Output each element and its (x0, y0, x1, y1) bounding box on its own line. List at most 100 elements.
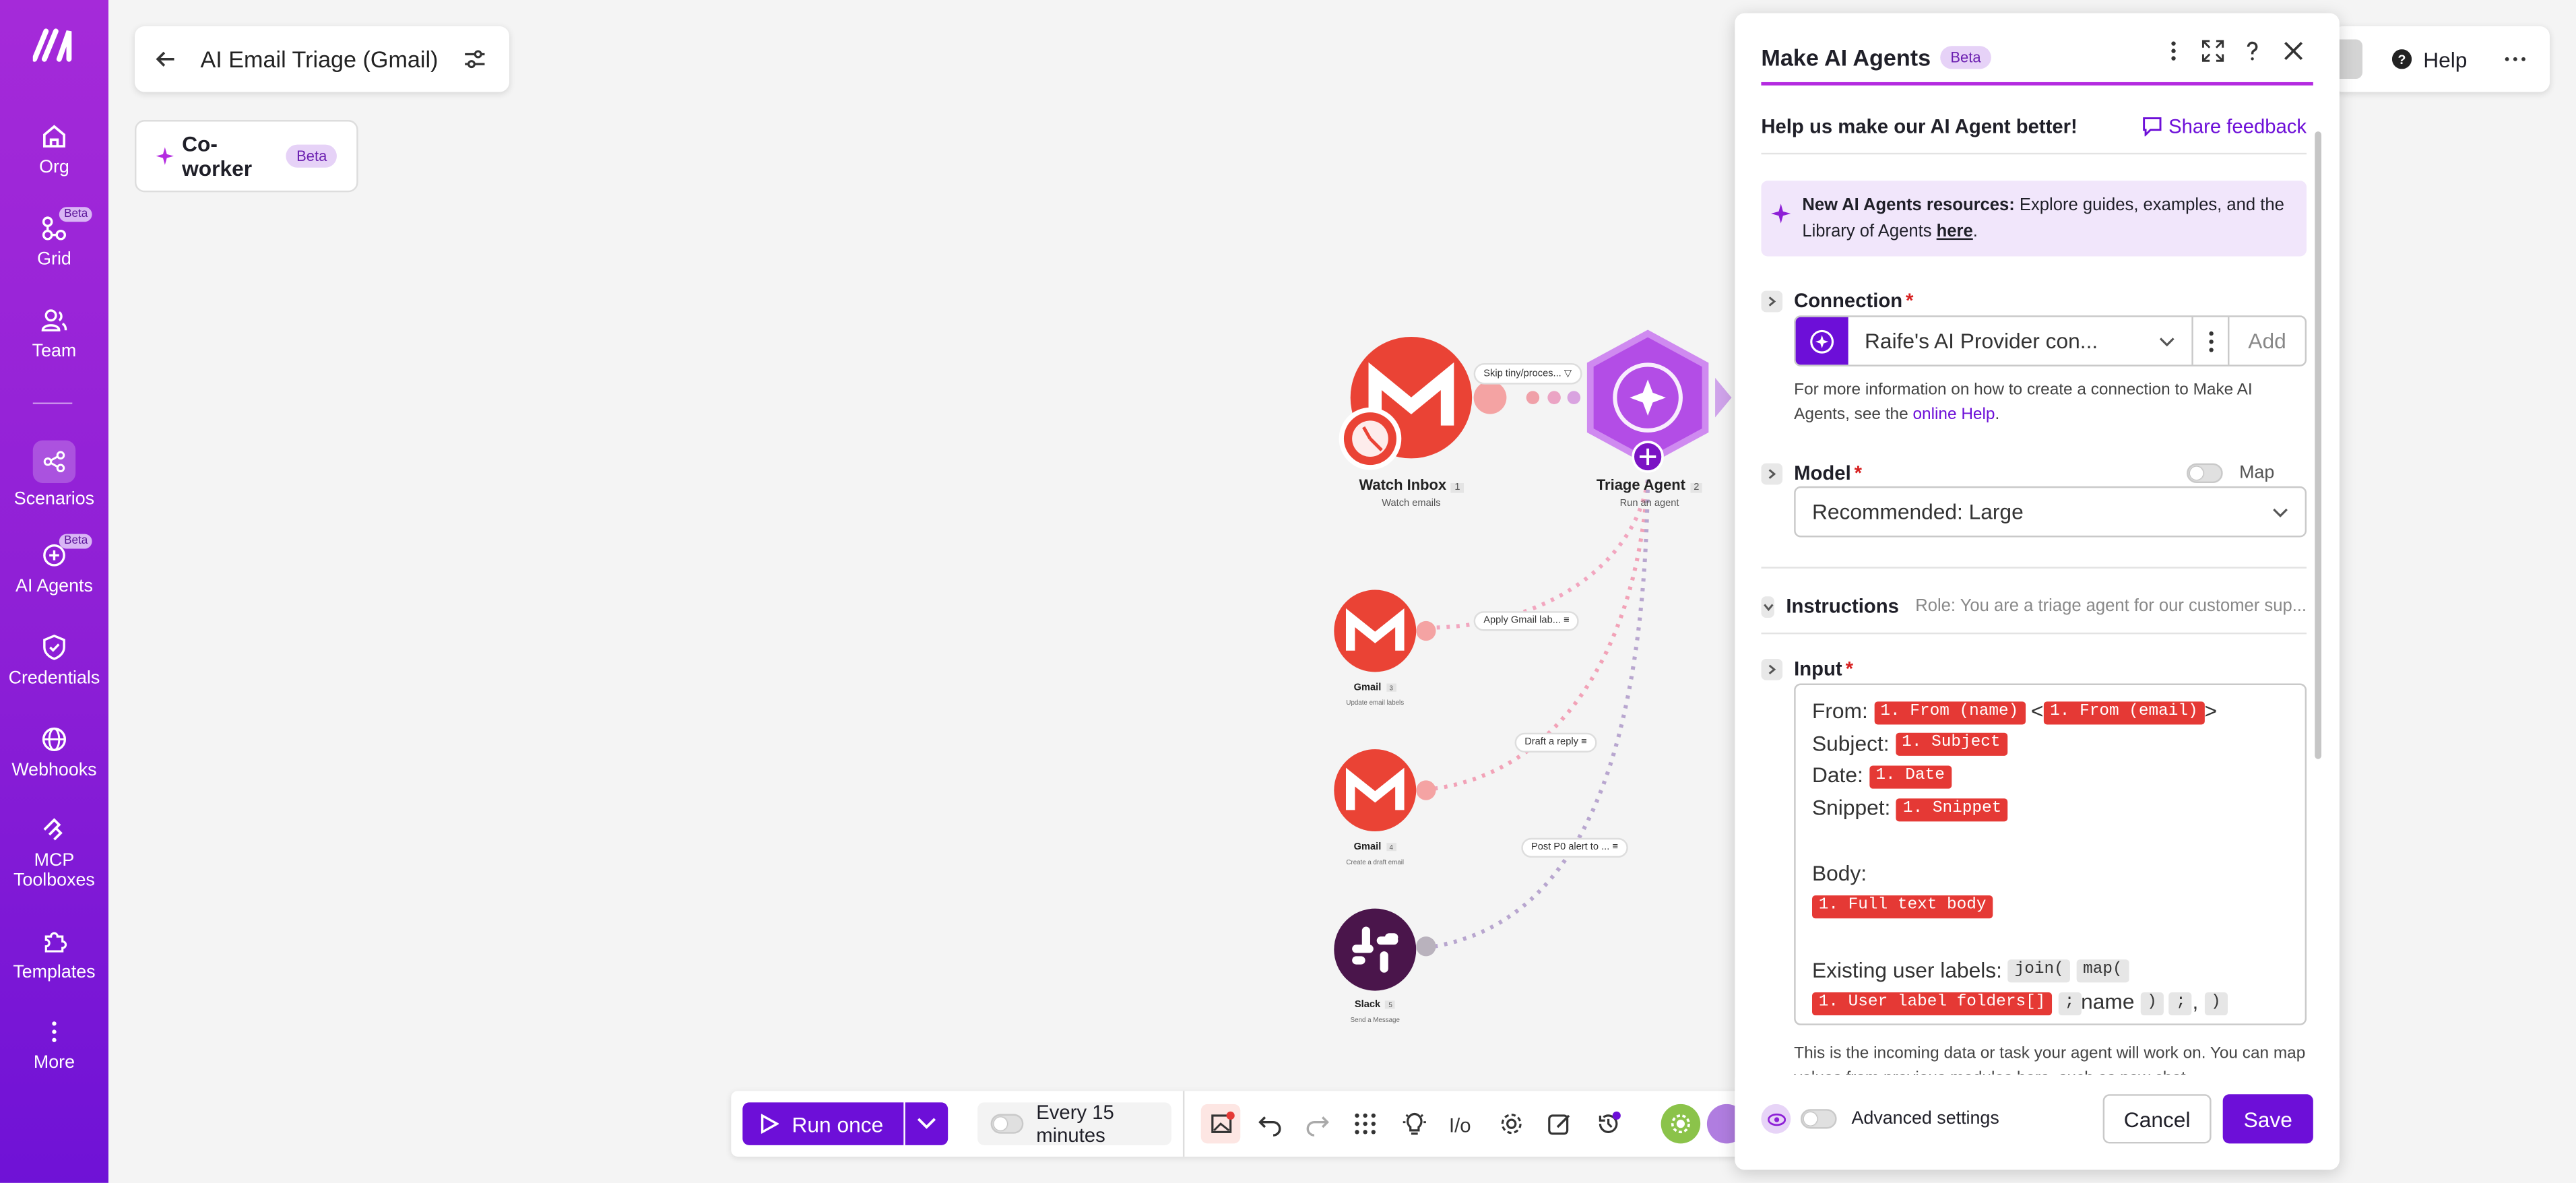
more-vertical-icon (52, 1021, 57, 1042)
feedback-prompt: Help us make our AI Agent better! (1761, 114, 2078, 137)
connection-menu-button[interactable] (2193, 317, 2230, 365)
sidebar-item-label: Webhooks (11, 761, 97, 781)
more-vertical-icon (2208, 330, 2213, 352)
input-line-body-label: Body: (1811, 860, 1867, 885)
sidebar-item-credentials[interactable]: Credentials (0, 633, 108, 689)
node-slack[interactable] (1334, 908, 1417, 991)
sidebar-item-scenarios[interactable]: Scenarios (0, 440, 108, 509)
sidebar-item-mcp-toolboxes[interactable]: MCP Toolboxes (0, 815, 108, 891)
advanced-settings[interactable]: Advanced settings (1761, 1104, 1999, 1134)
input-line-snippet: Snippet: 1. Snippet (1812, 792, 2288, 825)
function-close-pill[interactable]: ) (2204, 992, 2228, 1015)
sidebar-item-grid[interactable]: Beta Grid (0, 207, 108, 269)
model-label: Model (1794, 461, 1851, 485)
chevron-down-icon[interactable] (1761, 596, 1775, 617)
play-icon (761, 1114, 779, 1134)
chevron-right-icon[interactable] (1761, 658, 1783, 680)
chevron-down-icon (2159, 337, 2175, 346)
filter-label[interactable]: Skip tiny/proces... ▽ (1473, 362, 1582, 385)
chevron-right-icon[interactable] (1761, 462, 1783, 484)
io-icon[interactable]: I/o (1449, 1111, 1475, 1137)
banner-title: New AI Agents resources: (1802, 195, 2015, 216)
function-pill[interactable]: map( (2076, 959, 2129, 983)
save-button[interactable]: Save (2222, 1094, 2313, 1144)
sidebar-item-label: Credentials (8, 668, 100, 689)
map-toggle[interactable]: Map (2187, 463, 2275, 484)
panel-scrollbar[interactable] (2315, 131, 2322, 759)
input-line-labels: Existing user labels: join( map( (1812, 954, 2288, 986)
sidebar-item-more[interactable]: More (0, 1017, 108, 1073)
beta-badge: Beta (59, 534, 93, 549)
map-label: Map (2239, 463, 2275, 484)
question-icon[interactable] (2241, 40, 2264, 63)
cancel-button[interactable]: Cancel (2102, 1094, 2212, 1144)
instructions-section[interactable]: Instructions Role: You are a triage agen… (1761, 595, 2307, 618)
map-switch[interactable] (2187, 463, 2223, 484)
function-pill[interactable]: join( (2007, 959, 2071, 983)
undo-icon[interactable] (1257, 1111, 1283, 1137)
close-icon[interactable] (2282, 40, 2305, 63)
mapped-pill[interactable]: 1. Full text body (1811, 895, 1993, 918)
image-tool-button[interactable] (1200, 1104, 1241, 1144)
sidebar-item-label: Org (39, 158, 69, 178)
schedule-setting[interactable]: Every 15 minutes (977, 1101, 1171, 1147)
share-feedback-link[interactable]: Share feedback (2142, 114, 2307, 137)
eye-icon (1761, 1104, 1791, 1134)
input-section[interactable]: Input * (1761, 658, 2307, 680)
connection-help-text: For more information on how to create a … (1794, 381, 2253, 424)
panel-title: Make AI Agents (1761, 44, 1931, 71)
sidebar-item-webhooks[interactable]: Webhooks (0, 725, 108, 781)
watch-handle[interactable] (1473, 381, 1507, 414)
model-select[interactable]: Recommended: Large (1794, 486, 2307, 538)
chevron-right-icon[interactable] (1761, 290, 1783, 312)
banner-here-link[interactable]: here (1937, 222, 1973, 241)
run-once-button[interactable]: Run once (742, 1102, 904, 1145)
model-section[interactable]: Model * Map (1761, 461, 2307, 484)
sidebar-item-org[interactable]: Org (0, 121, 108, 177)
gear-icon[interactable] (1498, 1111, 1524, 1137)
mapped-pill[interactable]: 1. From (email) (2043, 701, 2205, 724)
globe-icon (42, 727, 67, 752)
redo-icon[interactable] (1304, 1111, 1330, 1137)
add-connection-button[interactable]: Add (2229, 329, 2305, 354)
history-icon[interactable] (1595, 1111, 1621, 1137)
filter-label[interactable]: Apply Gmail lab... ≡ (1473, 611, 1580, 631)
input-line-subject: Subject: 1. Subject (1812, 728, 2288, 760)
edit-note-icon[interactable] (1546, 1111, 1572, 1137)
advanced-settings-toggle[interactable] (1800, 1109, 1837, 1129)
ai-assist-button[interactable] (1661, 1104, 1701, 1144)
online-help-link[interactable]: online Help (1912, 406, 1995, 424)
make-logo[interactable] (32, 26, 75, 63)
sidebar-item-label: Templates (13, 963, 96, 983)
separator-pill[interactable]: ; (2057, 992, 2082, 1015)
schedule-toggle[interactable] (990, 1114, 1023, 1134)
lightbulb-icon[interactable] (1401, 1111, 1427, 1137)
mapped-pill[interactable]: 1. Snippet (1896, 798, 2009, 821)
input-help-text: This is the incoming data or task your a… (1794, 1045, 2306, 1075)
sidebar-item-templates[interactable]: Templates (0, 926, 108, 982)
node-label: Slack 5 (1326, 1000, 1424, 1011)
input-editor[interactable]: From: 1. From (name) <1. From (email) > S… (1794, 683, 2307, 1025)
expand-icon[interactable] (2201, 40, 2224, 63)
input-line-date: Date: 1. Date (1812, 760, 2288, 792)
mapped-pill[interactable]: 1. From (name) (1873, 701, 2026, 724)
run-once-label: Run once (792, 1111, 884, 1137)
filter-label[interactable]: Draft a reply ≡ (1514, 732, 1597, 753)
sidebar-item-ai-agents[interactable]: Beta AI Agents (0, 534, 108, 596)
mapped-pill[interactable]: 1. Date (1869, 765, 1952, 789)
function-close-pill[interactable]: ) (2140, 992, 2164, 1015)
separator-pill[interactable]: ; (2169, 992, 2193, 1015)
filter-lines-icon: ≡ (1581, 738, 1587, 748)
sidebar-item-team[interactable]: Team (0, 306, 108, 362)
mapped-pill[interactable]: 1. User label folders[] (1811, 992, 2053, 1015)
mapped-pill[interactable]: 1. Subject (1895, 733, 2007, 757)
more-vertical-icon[interactable] (2162, 40, 2185, 63)
connection-select[interactable]: Raife's AI Provider con... Add (1794, 315, 2307, 366)
instructions-preview: Role: You are a triage agent for our cus… (1915, 596, 2307, 616)
grid-dots-icon[interactable] (1352, 1111, 1378, 1137)
connection-value[interactable]: Raife's AI Provider con... (1848, 317, 2193, 365)
node-label: Watch Inbox 1 (1344, 476, 1479, 493)
connection-section[interactable]: Connection * (1761, 289, 2307, 312)
filter-label[interactable]: Post P0 alert to ... ≡ (1521, 837, 1628, 858)
run-options-dropdown[interactable] (905, 1102, 948, 1145)
